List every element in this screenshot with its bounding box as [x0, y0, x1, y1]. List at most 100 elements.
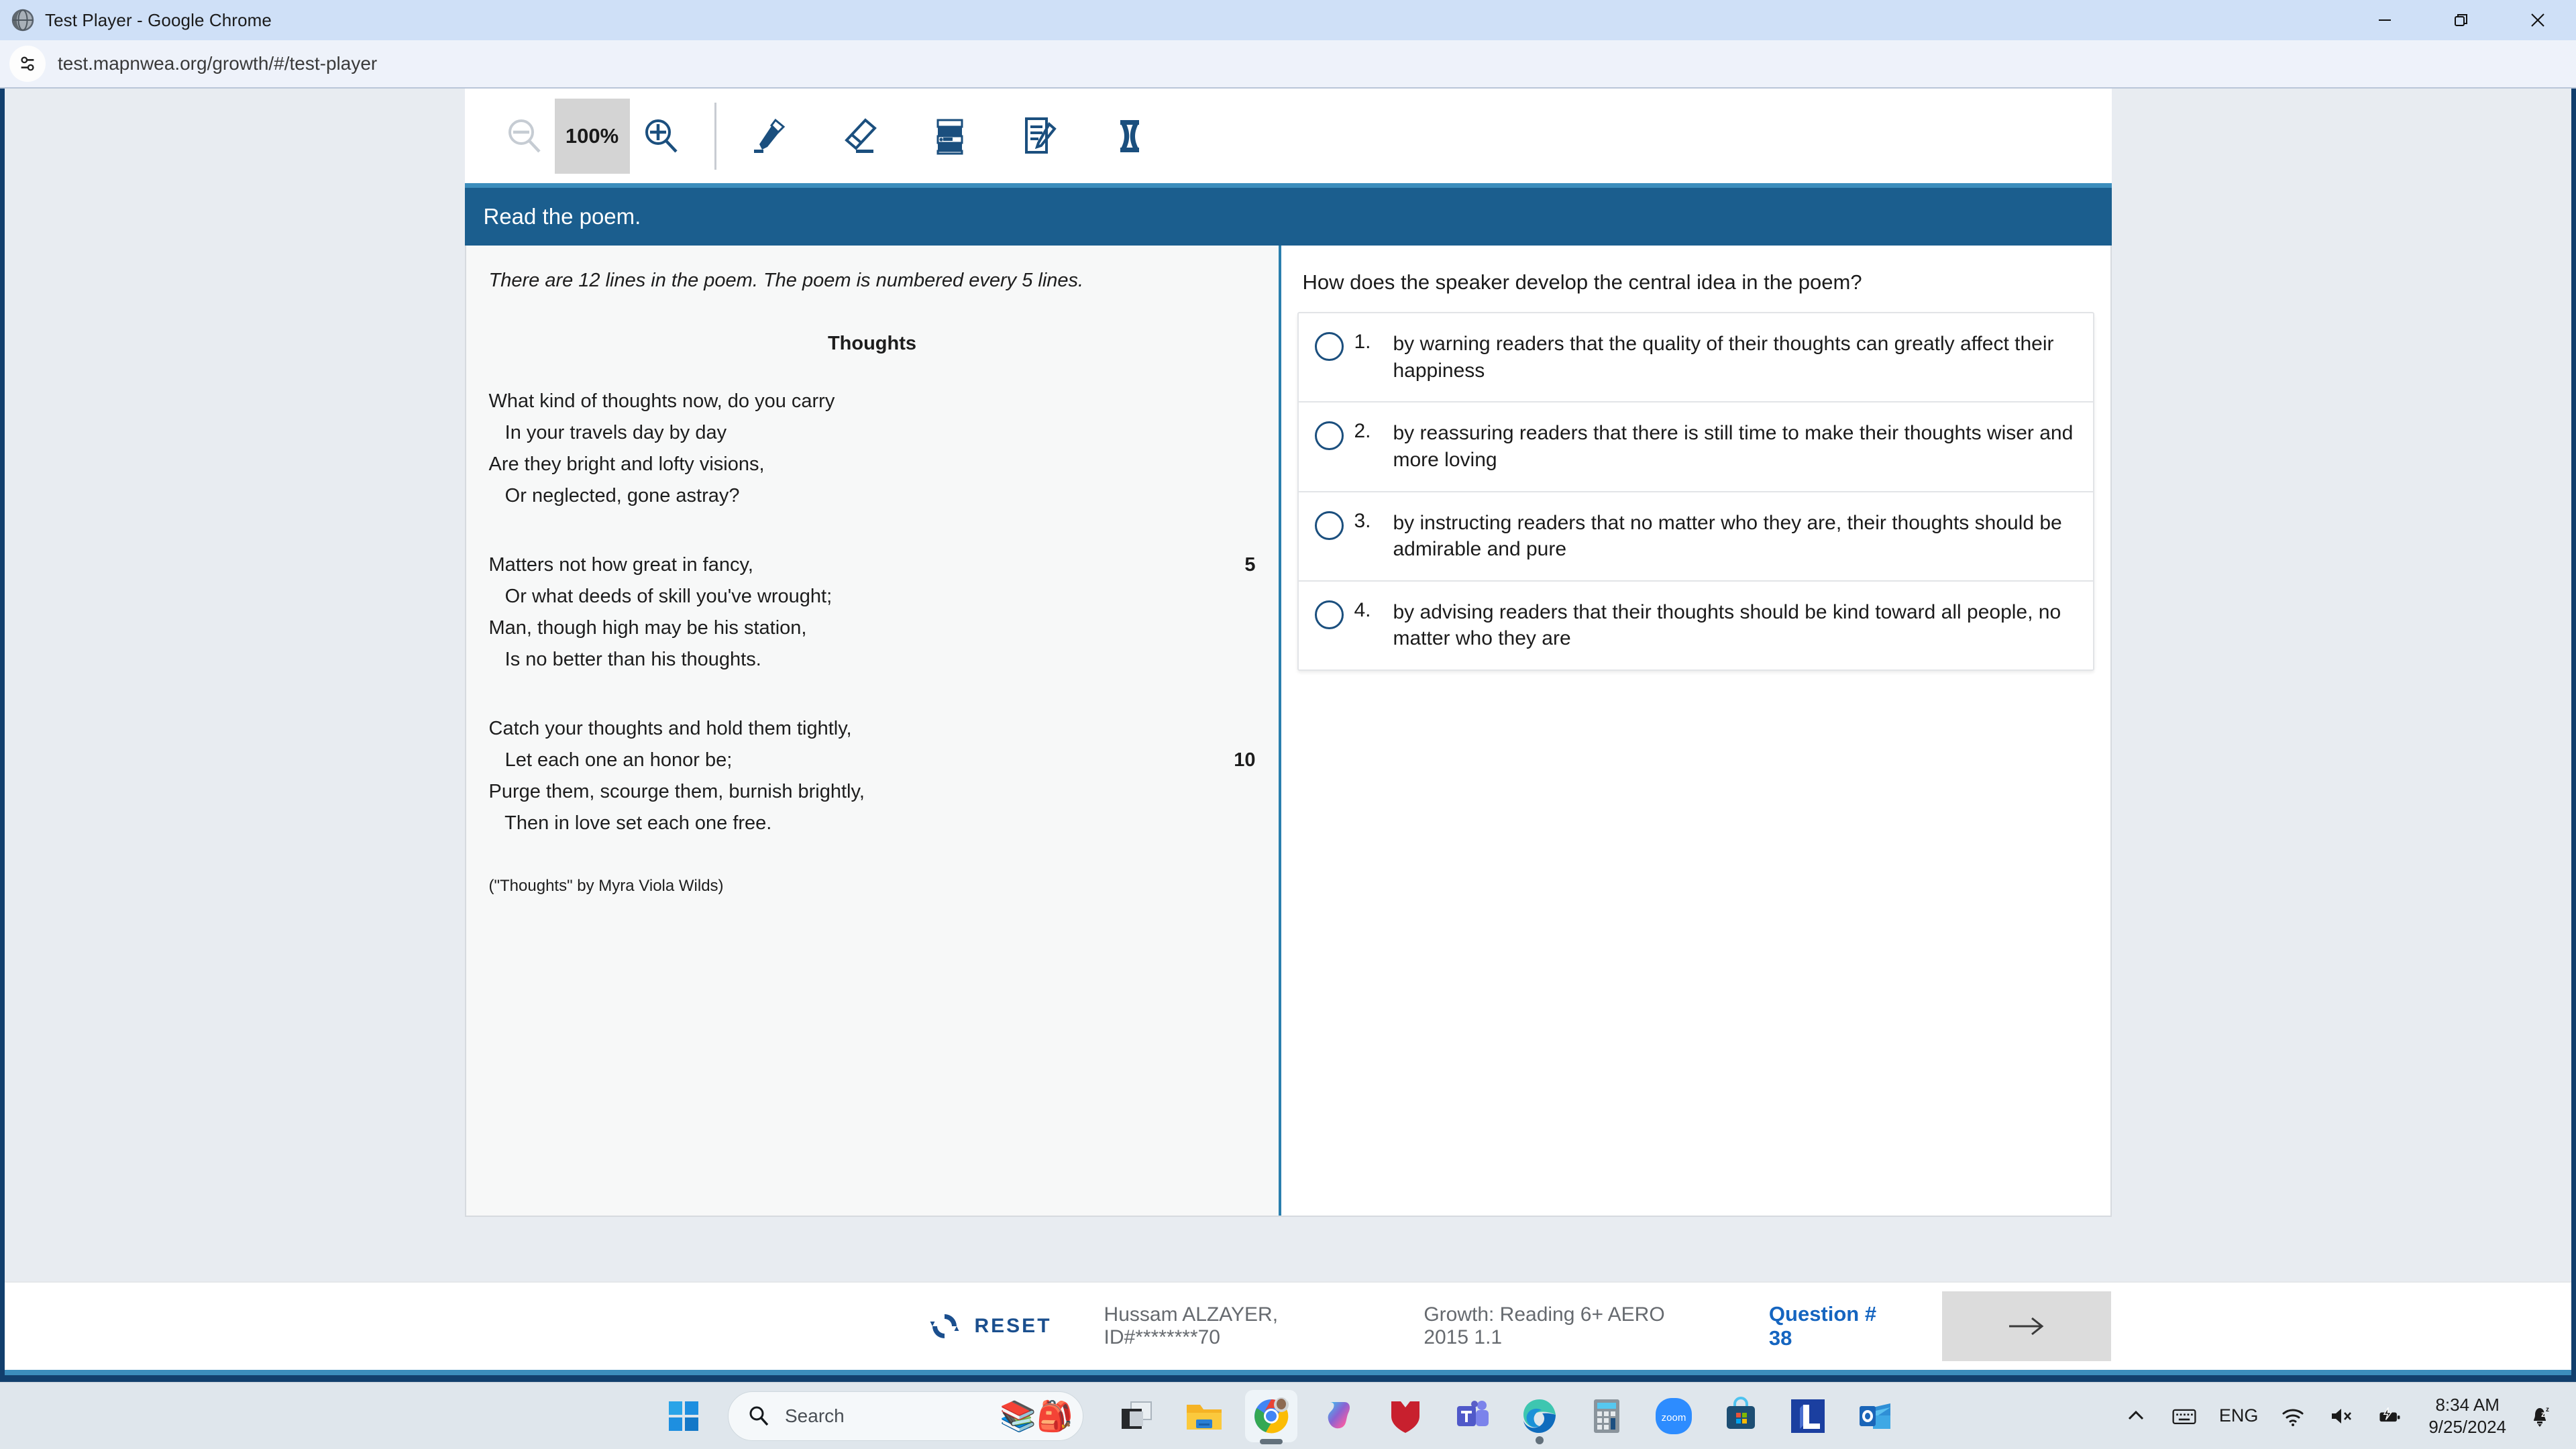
poem-line-text: Let each one an honor be; [488, 749, 733, 771]
reset-button[interactable]: RESET [928, 1309, 1052, 1343]
answer-choice-text: by reassuring readers that there is stil… [1393, 422, 2074, 472]
taskbar-app-microsoft-edge[interactable] [1513, 1390, 1566, 1444]
poem-line-text: Man, though high may be his station, [488, 616, 807, 639]
radio-button[interactable] [1314, 600, 1344, 629]
taskbar-app-zoom[interactable]: zoom [1648, 1390, 1700, 1442]
search-placeholder: Search [785, 1405, 845, 1426]
poem-line: Catch your thoughts and hold them tightl… [489, 716, 1256, 747]
edge-icon [1519, 1395, 1560, 1437]
window-controls [2347, 0, 2576, 40]
poem-line-number: 10 [1234, 749, 1256, 771]
windows-taskbar: Search 📚🎒 zoom ENG 8:34 AM 9/25/2024 z z [0, 1382, 2576, 1449]
line-reader-tool-button[interactable] [919, 105, 981, 167]
notifications-button[interactable]: z z [2526, 1403, 2553, 1430]
taskbar-center-group: Search 📚🎒 zoom [667, 1389, 1909, 1444]
test-tools-toolbar: 100% [464, 89, 2112, 188]
eraser-tool-button[interactable] [829, 105, 891, 167]
answer-choices-list: 1. by warning readers that the quality of… [1297, 312, 2094, 672]
poem-line: Purge them, scourge them, burnish bright… [489, 779, 1256, 810]
folder-icon [1183, 1395, 1225, 1437]
taskbar-app-calculator[interactable] [1580, 1390, 1633, 1442]
answer-choice-1[interactable]: 1. by warning readers that the quality of… [1298, 313, 2093, 403]
stimulus-note: There are 12 lines in the poem. The poem… [488, 270, 1084, 291]
radio-button[interactable] [1314, 511, 1344, 540]
taskbar-app-lockdown-browser[interactable] [1782, 1390, 1834, 1442]
toolbar-divider [714, 102, 716, 170]
stimulus-banner: Read the poem. [464, 188, 2112, 246]
arrow-right-icon [2009, 1317, 2044, 1336]
reset-label: RESET [974, 1315, 1052, 1337]
touch-keyboard-button[interactable] [2171, 1403, 2198, 1430]
store-icon [1720, 1395, 1762, 1437]
volume-muted-icon [2332, 1408, 2352, 1424]
answer-choice-2[interactable]: 2. by reassuring readers that there is st… [1298, 402, 2093, 492]
taskbar-app-mcafee[interactable] [1379, 1390, 1432, 1442]
radio-button[interactable] [1314, 421, 1344, 451]
footer-accent-rule [5, 1370, 2571, 1375]
poem-line: Is no better than his thoughts. [489, 647, 1256, 678]
clock[interactable]: 8:34 AM 9/25/2024 [2428, 1394, 2506, 1438]
test-name: Growth: Reading 6+ AERO 2015 1.1 [1424, 1303, 1665, 1348]
input-language-indicator[interactable]: ENG [2219, 1405, 2259, 1426]
poem-line: Matters not how great in fancy, 5 [489, 552, 1256, 584]
svg-text:z: z [2546, 1406, 2549, 1413]
tray-overflow-button[interactable] [2123, 1403, 2149, 1430]
poem-line: Then in love set each one free. [489, 810, 1256, 842]
zoom-in-icon [645, 119, 678, 153]
volume-button[interactable] [2328, 1403, 2355, 1430]
cross-off-icon [1120, 119, 1139, 152]
taskbar-app-outlook[interactable] [1849, 1390, 1901, 1442]
taskbar-app-microsoft-copilot[interactable] [1312, 1390, 1364, 1442]
chrome-icon [1250, 1395, 1292, 1437]
answer-choice-number: 1. [1354, 331, 1371, 354]
window-title: Test Player - Google Chrome [45, 9, 272, 30]
taskbar-app-google-chrome[interactable] [1245, 1389, 1297, 1444]
stimulus-banner-text: Read the poem. [483, 204, 641, 229]
test-player-page: 100% Read the poem. There are 12 lines i… [5, 89, 2571, 1382]
test-content-area: There are 12 lines in the poem. The poem… [464, 246, 2112, 1217]
wifi-icon [2282, 1408, 2304, 1426]
question-stem: How does the speaker develop the central… [1302, 270, 1862, 294]
task-view-icon [1116, 1395, 1158, 1437]
wifi-button[interactable] [2279, 1403, 2306, 1430]
highlighter-icon [753, 118, 785, 153]
poem-line: Are they bright and lofty visions, [489, 451, 1256, 483]
zoom-out-button[interactable] [493, 105, 555, 167]
poem-line-text: Then in love set each one free. [488, 812, 772, 834]
poem-line-text: What kind of thoughts now, do you carry [488, 390, 835, 412]
svg-text:zoom: zoom [1662, 1412, 1686, 1424]
teams-icon [1452, 1395, 1493, 1437]
site-settings-icon[interactable] [9, 46, 46, 82]
windows-start-icon[interactable] [667, 1400, 700, 1432]
web-page-viewport: 100% Read the poem. There are 12 lines i… [0, 89, 2576, 1382]
running-indicator [1260, 1438, 1283, 1444]
copilot-icon [1318, 1395, 1359, 1437]
poem-line: Or what deeds of skill you've wrought; [489, 584, 1256, 615]
restore-button[interactable] [2423, 0, 2500, 40]
close-button[interactable] [2500, 0, 2576, 40]
answer-choice-3[interactable]: 3. by instructing readers that no matter … [1298, 492, 2093, 582]
poem-line-text: Is no better than his thoughts. [488, 648, 761, 670]
url-text[interactable]: test.mapnwea.org/growth/#/test-player [58, 53, 377, 74]
answer-choice-4[interactable]: 4. by advising readers that their thought… [1299, 582, 2093, 669]
next-question-button[interactable] [1942, 1291, 2112, 1361]
highlighter-tool-button[interactable] [739, 105, 801, 167]
taskbar-app-microsoft-store[interactable] [1715, 1390, 1767, 1442]
notepad-tool-button[interactable] [1009, 105, 1071, 167]
taskbar-app-file-explorer[interactable] [1178, 1390, 1230, 1442]
touch-keyboard-icon [2172, 1409, 2196, 1424]
taskbar-app-microsoft-teams[interactable] [1446, 1390, 1499, 1442]
zoom-in-button[interactable] [630, 105, 692, 167]
minimize-button[interactable] [2347, 0, 2423, 40]
answer-choice-text: by warning readers that the quality of t… [1393, 333, 2054, 382]
taskbar-app-task-view[interactable] [1111, 1390, 1163, 1442]
poem-line-text: In your travels day by day [488, 421, 727, 443]
zoom-level-display[interactable]: 100% [554, 98, 630, 174]
battery-button[interactable] [2376, 1403, 2403, 1430]
poem-line: Or neglected, gone astray? [489, 483, 1256, 515]
radio-button[interactable] [1314, 332, 1344, 362]
cross-off-tool-button[interactable] [1099, 105, 1161, 167]
address-bar[interactable]: test.mapnwea.org/growth/#/test-player [0, 40, 2576, 89]
search-input[interactable]: Search 📚🎒 [728, 1391, 1083, 1441]
poem-body: What kind of thoughts now, do you carry … [489, 388, 1256, 842]
